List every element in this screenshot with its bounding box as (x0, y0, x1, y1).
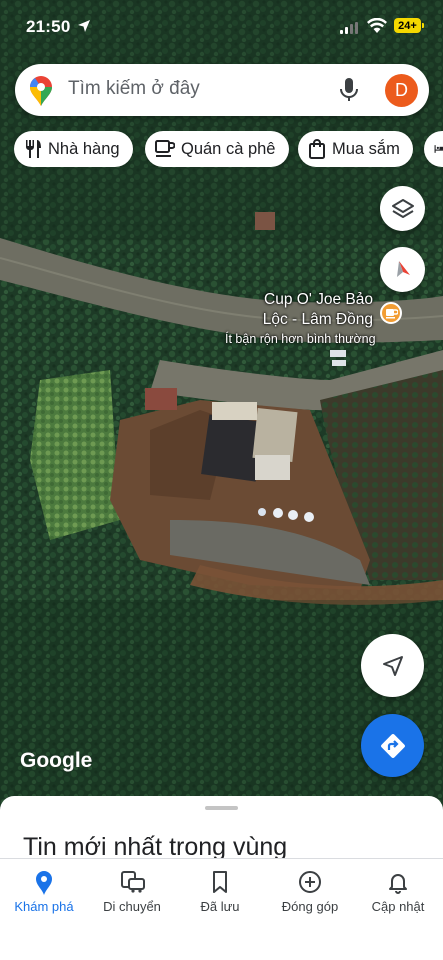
chip-hotels[interactable] (424, 131, 443, 167)
bottom-navigation: Khám phá Di chuyển Đã lưu Đóng góp Cập n… (0, 858, 443, 960)
compass-icon (396, 260, 410, 277)
chip-label: Nhà hàng (48, 139, 120, 158)
tab-label: Đóng góp (281, 899, 339, 914)
tab-saved[interactable]: Đã lưu (176, 859, 264, 929)
navigation-arrow-icon (382, 655, 403, 676)
search-input[interactable]: Tìm kiếm ở đây (68, 78, 200, 100)
explore-pin-icon (36, 871, 52, 895)
chip-label: Quán cà phê (181, 139, 276, 158)
tab-updates[interactable]: Cập nhật (354, 859, 442, 929)
tab-label: Đã lưu (200, 899, 240, 914)
wifi-icon (367, 18, 387, 33)
status-time: 21:50 (26, 17, 71, 36)
chip-restaurants[interactable]: Nhà hàng (14, 131, 133, 167)
chip-label: Mua sắm (332, 139, 400, 158)
signal-icon (340, 22, 358, 34)
tab-explore[interactable]: Khám phá (0, 859, 88, 929)
bookmark-icon (213, 871, 227, 893)
place-name[interactable]: Cup O' Joe Bảo Lộc - Lâm Đồng (263, 290, 373, 330)
directions-icon (380, 733, 405, 758)
hotel-bed-icon (434, 145, 443, 153)
chip-shopping[interactable]: Mua sắm (298, 131, 413, 167)
layers-button[interactable] (380, 186, 425, 231)
sheet-drag-handle[interactable] (205, 806, 238, 810)
place-marker[interactable] (380, 302, 402, 324)
avatar[interactable]: D (385, 74, 418, 107)
google-attribution: Google (20, 749, 93, 772)
category-chips: Nhà hàng Quán cà phê Mua sắm (14, 131, 443, 167)
fork-knife-icon (26, 140, 41, 158)
microphone-icon[interactable] (338, 77, 360, 103)
shopping-bag-icon (309, 139, 325, 159)
tab-label: Khám phá (14, 899, 74, 914)
bell-icon (389, 874, 407, 894)
chip-cafes[interactable]: Quán cà phê (145, 131, 289, 167)
tab-commute[interactable]: Di chuyển (88, 859, 176, 929)
commute-icon (121, 871, 145, 893)
coffee-cup-icon (385, 308, 398, 318)
location-arrow-icon (78, 20, 90, 32)
tab-label: Cập nhật (371, 899, 425, 914)
coffee-cup-icon (155, 140, 175, 157)
add-circle-icon (299, 871, 321, 893)
my-location-button[interactable] (361, 634, 424, 697)
place-busyness: Ít bận rộn hơn bình thường (225, 332, 376, 346)
compass-button[interactable] (380, 247, 425, 292)
sheet-title: Tin mới nhất trong vùng (23, 833, 288, 861)
google-maps-pin-icon (30, 76, 52, 106)
battery-indicator: 24+ (394, 18, 424, 33)
tab-label: Di chuyển (103, 899, 161, 914)
search-bar[interactable]: Tìm kiếm ở đây D (15, 64, 429, 116)
tab-contribute[interactable]: Đóng góp (266, 859, 354, 929)
status-bar: 21:50 24+ (0, 0, 443, 56)
directions-button[interactable] (361, 714, 424, 777)
layers-icon (391, 198, 414, 218)
